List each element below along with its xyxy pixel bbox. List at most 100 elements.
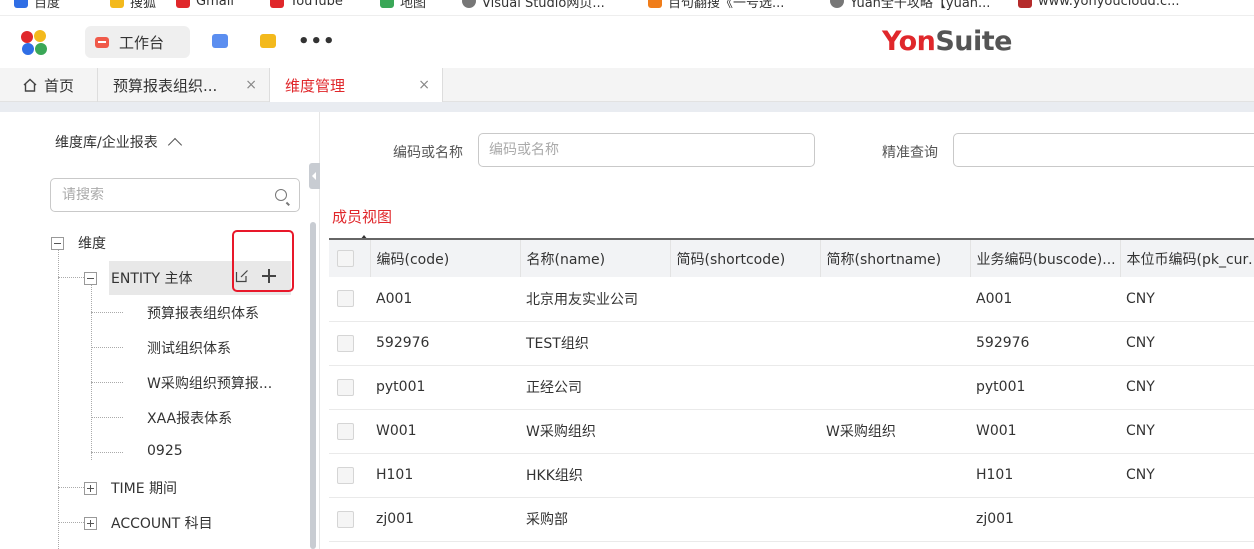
library-selector[interactable]: 维度库/企业报表 bbox=[55, 132, 182, 152]
cell-shortcode bbox=[670, 365, 820, 409]
cell-name: TEST组织 bbox=[526, 336, 589, 352]
tree-node-child[interactable]: W采购组织预算报... bbox=[147, 373, 272, 393]
tree-scrollbar[interactable] bbox=[310, 222, 316, 549]
select-all-checkbox[interactable] bbox=[337, 250, 354, 267]
globe-icon bbox=[830, 0, 844, 8]
cell-currency bbox=[1120, 497, 1254, 541]
workbench-button[interactable]: 工作台 bbox=[85, 26, 190, 58]
tree-node-entity[interactable]: ENTITY 主体 bbox=[84, 268, 193, 288]
cell-currency: CNY bbox=[1126, 423, 1155, 439]
column-header[interactable]: 业务编码(buscode)... bbox=[970, 239, 1121, 277]
bookmark[interactable]: Visual Studio网页... bbox=[462, 0, 605, 11]
globe-icon bbox=[462, 0, 476, 8]
bookmark[interactable]: 地图 bbox=[380, 0, 426, 11]
bookmark[interactable]: 百度 bbox=[14, 0, 60, 11]
tab-budget-report-org[interactable]: 预算报表组织... × bbox=[98, 68, 270, 102]
row-checkbox[interactable] bbox=[337, 466, 354, 484]
expand-toggle-icon[interactable] bbox=[84, 516, 97, 530]
bookmark-icon bbox=[648, 0, 662, 8]
row-checkbox[interactable] bbox=[337, 510, 354, 528]
bookmark[interactable]: 搜狐 bbox=[110, 0, 156, 11]
column-header[interactable]: 编码(code) bbox=[370, 239, 521, 277]
bookmark[interactable]: 百句翻搜《一号选... bbox=[648, 0, 784, 11]
code-filter-input[interactable] bbox=[489, 134, 782, 166]
tree-node-account[interactable]: ACCOUNT 科目 bbox=[84, 513, 213, 533]
tree-search-input[interactable] bbox=[62, 187, 262, 203]
tree-node-child[interactable]: 预算报表组织体系 bbox=[147, 303, 259, 323]
close-icon[interactable]: × bbox=[418, 77, 430, 93]
cell-code: A001 bbox=[376, 290, 413, 307]
cell-shortcode bbox=[670, 453, 820, 497]
table-row[interactable]: 592976 TEST组织 592976 CNY bbox=[329, 321, 1254, 365]
cell-shortcode bbox=[670, 409, 820, 453]
column-header[interactable]: 名称(name) bbox=[520, 239, 671, 277]
cell-shortcode bbox=[670, 277, 820, 321]
content-divider bbox=[0, 102, 1254, 112]
tree-guide bbox=[58, 249, 59, 549]
cell-buscode: W001 bbox=[976, 423, 1017, 439]
search-icon[interactable] bbox=[275, 189, 287, 201]
table-row[interactable]: H101 HKK组织 H101 CNY bbox=[329, 453, 1254, 497]
tree-node-child[interactable]: 测试组织体系 bbox=[147, 338, 231, 358]
tree-node-child[interactable]: 0925 bbox=[147, 443, 183, 459]
member-view-tab[interactable]: 成员视图 bbox=[332, 206, 392, 227]
message-icon[interactable] bbox=[260, 34, 276, 48]
tree-node-child[interactable]: XAA报表体系 bbox=[147, 408, 232, 428]
table-header-row: 编码(code) 名称(name) 简码(shortcode) 简称(short… bbox=[329, 239, 1254, 277]
cell-code: W001 bbox=[376, 423, 417, 439]
table-row[interactable]: pyt001 正经公司 pyt001 CNY bbox=[329, 365, 1254, 409]
column-header[interactable]: 本位币编码(pk_curr... bbox=[1120, 239, 1254, 277]
table-row[interactable]: A001 北京用友实业公司 A001 CNY bbox=[329, 277, 1254, 321]
app-logo-icon[interactable] bbox=[21, 30, 49, 56]
tab-bar: 首页 预算报表组织... × 维度管理 × bbox=[0, 68, 1254, 103]
cell-code: 592976 bbox=[376, 335, 430, 351]
bookmark[interactable]: Yuan全干攻略【yuan... bbox=[830, 0, 990, 11]
collapse-panel-handle[interactable] bbox=[309, 163, 320, 189]
close-icon[interactable]: × bbox=[245, 77, 257, 93]
cell-currency: CNY bbox=[1126, 290, 1155, 307]
collapse-toggle-icon[interactable] bbox=[84, 271, 97, 285]
tab-home[interactable]: 首页 bbox=[0, 68, 98, 102]
row-checkbox[interactable] bbox=[337, 422, 354, 440]
more-icon[interactable]: ••• bbox=[298, 31, 336, 52]
cell-name: 采购部 bbox=[526, 512, 568, 528]
cell-shortname bbox=[820, 365, 970, 409]
highlight-annotation bbox=[232, 230, 294, 292]
exact-query-input[interactable] bbox=[964, 134, 1233, 166]
row-checkbox[interactable] bbox=[337, 378, 354, 396]
home-icon bbox=[22, 77, 38, 93]
column-header[interactable]: 简码(shortcode) bbox=[670, 239, 821, 277]
app-icon[interactable] bbox=[212, 34, 228, 48]
column-header[interactable]: 简称(shortname) bbox=[820, 239, 971, 277]
table-row[interactable]: W001 W采购组织 W采购组织 W001 CNY bbox=[329, 409, 1254, 453]
tree-node-time[interactable]: TIME 期间 bbox=[84, 478, 177, 498]
table-row[interactable]: zj001 采购部 zj001 bbox=[329, 497, 1254, 541]
cell-code: H101 bbox=[376, 467, 414, 483]
member-table: 编码(code) 名称(name) 简码(shortcode) 简称(short… bbox=[329, 238, 1254, 542]
cell-name: W采购组织 bbox=[526, 424, 596, 440]
cell-name: 北京用友实业公司 bbox=[526, 291, 638, 308]
code-filter-field bbox=[478, 133, 815, 167]
cell-shortname bbox=[820, 321, 970, 365]
bookmark[interactable]: www.yonyoucloud.c... bbox=[1018, 0, 1180, 9]
tab-dimension-management[interactable]: 维度管理 × bbox=[270, 68, 443, 103]
cell-name: 正经公司 bbox=[526, 380, 582, 396]
expand-toggle-icon[interactable] bbox=[84, 481, 97, 495]
cell-code: zj001 bbox=[376, 511, 414, 527]
maps-icon bbox=[380, 0, 394, 8]
cell-currency: CNY bbox=[1126, 335, 1155, 351]
cell-buscode: pyt001 bbox=[976, 379, 1026, 395]
chevron-up-icon bbox=[167, 137, 182, 152]
row-checkbox[interactable] bbox=[337, 290, 354, 308]
row-checkbox[interactable] bbox=[337, 334, 354, 352]
cell-shortcode bbox=[670, 321, 820, 365]
bookmarks-bar: 百度 搜狐 Gmail YouTube 地图 Visual Studio网页..… bbox=[0, 0, 1254, 16]
bookmark[interactable]: Gmail bbox=[176, 0, 234, 9]
cell-buscode: A001 bbox=[976, 290, 1013, 307]
cell-shortname bbox=[820, 453, 970, 497]
tree-node-dimension[interactable]: 维度 bbox=[51, 233, 106, 253]
collapse-toggle-icon[interactable] bbox=[51, 236, 64, 250]
bookmark[interactable]: YouTube bbox=[270, 0, 343, 9]
sohu-icon bbox=[110, 0, 124, 8]
cell-code: pyt001 bbox=[376, 379, 426, 395]
